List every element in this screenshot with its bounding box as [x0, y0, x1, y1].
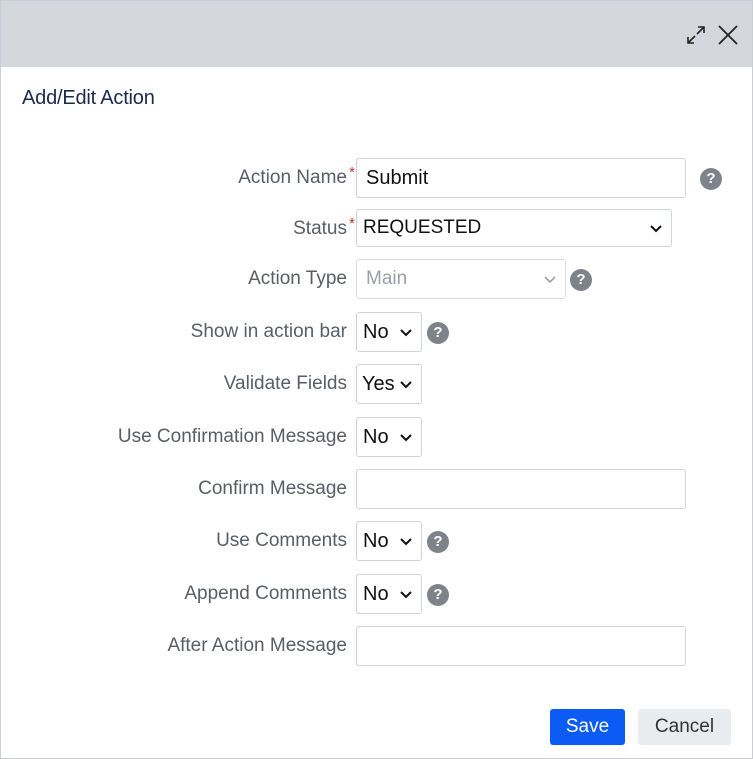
cancel-button[interactable]: Cancel — [638, 709, 731, 745]
action-type-label: Action Type — [248, 268, 347, 289]
status-label: Status * — [293, 209, 355, 249]
show-in-action-bar-value: No — [363, 321, 389, 343]
close-icon[interactable] — [716, 23, 740, 47]
use-confirmation-message-select[interactable]: No — [356, 417, 422, 457]
question-circle-icon[interactable]: ? — [700, 168, 722, 190]
question-circle-icon[interactable]: ? — [427, 322, 449, 344]
dialog-title: Add/Edit Action — [22, 87, 155, 109]
after-action-message-row: After Action Message — [1, 626, 752, 666]
action-type-select-value: Main — [366, 268, 408, 289]
required-mark: * — [349, 215, 355, 232]
action-name-input[interactable]: Submit — [356, 158, 686, 198]
append-comments-value: No — [363, 583, 389, 605]
save-button[interactable]: Save — [550, 709, 625, 745]
question-circle-icon[interactable]: ? — [570, 269, 592, 291]
use-confirmation-message-row: Use Confirmation Message No — [1, 417, 752, 457]
show-in-action-bar-label: Show in action bar — [190, 321, 347, 342]
after-action-message-input[interactable] — [356, 626, 686, 666]
action-type-row: Action Type Main ? — [1, 259, 752, 299]
use-confirmation-message-label: Use Confirmation Message — [117, 426, 347, 447]
required-mark: * — [349, 164, 355, 181]
append-comments-label: Append Comments — [184, 583, 347, 604]
question-circle-icon[interactable]: ? — [427, 584, 449, 606]
append-comments-select[interactable]: No — [356, 574, 422, 614]
chevron-down-icon — [399, 534, 413, 548]
after-action-message-label: After Action Message — [167, 635, 347, 656]
validate-fields-value: Yes — [362, 373, 395, 395]
use-comments-select[interactable]: No — [356, 521, 422, 561]
dialog-titlebar — [1, 1, 752, 67]
confirm-message-row: Confirm Message — [1, 469, 752, 509]
confirm-message-label: Confirm Message — [198, 478, 347, 499]
status-row: Status * REQUESTED — [1, 209, 752, 249]
action-name-row: Action Name * Submit ? — [1, 158, 752, 198]
validate-fields-row: Validate Fields Yes — [1, 364, 752, 404]
chevron-down-icon — [399, 325, 413, 339]
question-circle-icon[interactable]: ? — [427, 531, 449, 553]
show-in-action-bar-row: Show in action bar No ? — [1, 312, 752, 352]
status-select-value: REQUESTED — [363, 217, 482, 238]
expand-arrows-icon[interactable] — [684, 23, 708, 47]
chevron-down-icon — [399, 377, 413, 391]
action-name-label: Action Name * — [238, 158, 355, 198]
chevron-down-icon — [399, 587, 413, 601]
use-confirmation-message-value: No — [363, 426, 389, 448]
status-select[interactable]: REQUESTED — [356, 209, 672, 247]
action-type-select: Main — [356, 259, 566, 299]
chevron-down-icon — [649, 221, 663, 235]
validate-fields-select[interactable]: Yes — [356, 364, 422, 404]
use-comments-label: Use Comments — [216, 530, 347, 551]
add-edit-action-dialog: Add/Edit Action Action Name * Submit ? St… — [0, 0, 753, 759]
validate-fields-label: Validate Fields — [223, 373, 347, 394]
use-comments-value: No — [363, 530, 389, 552]
show-in-action-bar-select[interactable]: No — [356, 312, 422, 352]
chevron-down-icon — [399, 430, 413, 444]
chevron-down-icon — [543, 272, 557, 286]
use-comments-row: Use Comments No ? — [1, 521, 752, 561]
append-comments-row: Append Comments No ? — [1, 574, 752, 614]
confirm-message-input[interactable] — [356, 469, 686, 509]
